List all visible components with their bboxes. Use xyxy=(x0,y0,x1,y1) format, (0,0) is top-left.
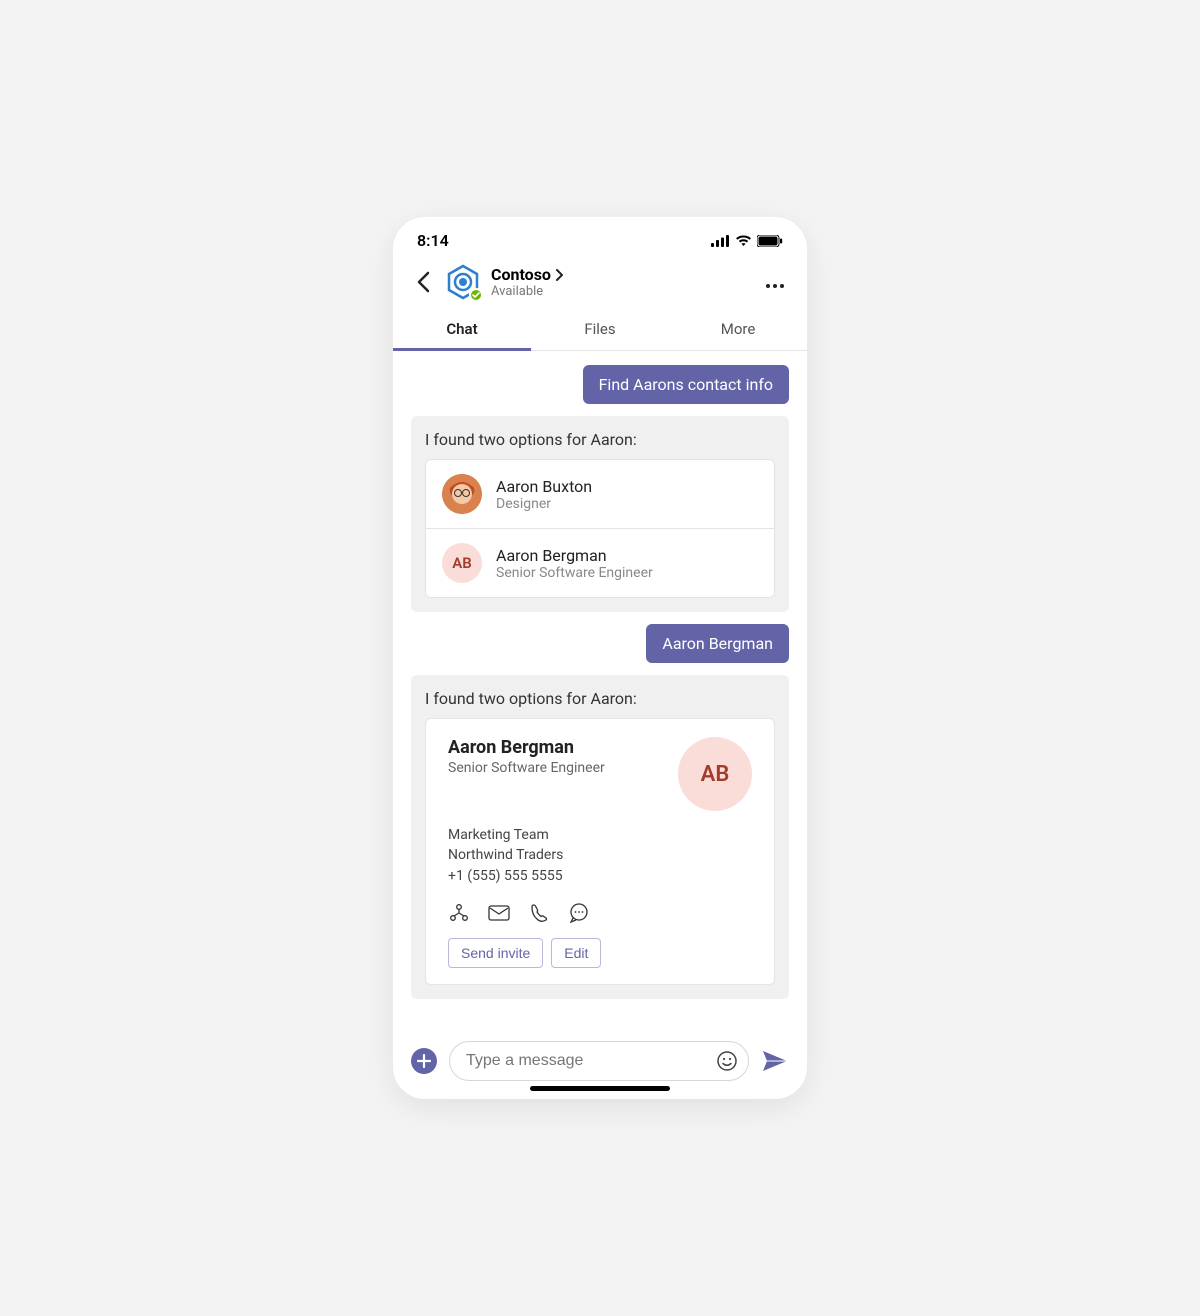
chevron-right-icon xyxy=(555,269,563,281)
contact-buttons: Send invite Edit xyxy=(448,938,752,968)
contact-action-icons xyxy=(448,902,752,924)
chat-header: Contoso Available xyxy=(393,258,807,310)
emoji-button[interactable] xyxy=(716,1050,738,1072)
chevron-left-icon xyxy=(416,271,430,293)
contact-role: Senior Software Engineer xyxy=(448,760,605,776)
contact-option[interactable]: AB Aaron Bergman Senior Software Enginee… xyxy=(426,529,774,597)
battery-icon xyxy=(757,235,783,247)
contact-phone: +1 (555) 555 5555 xyxy=(448,866,752,886)
edit-button[interactable]: Edit xyxy=(551,938,601,968)
presence-available-icon xyxy=(469,288,483,302)
user-message[interactable]: Find Aarons contact info xyxy=(583,365,789,404)
add-button[interactable] xyxy=(411,1048,437,1074)
status-time: 8:14 xyxy=(417,231,449,250)
tab-label: Chat xyxy=(446,320,477,338)
send-invite-button[interactable]: Send invite xyxy=(448,938,543,968)
cellular-icon xyxy=(711,235,730,247)
option-role: Senior Software Engineer xyxy=(496,565,653,581)
avatar xyxy=(442,474,482,514)
home-indicator[interactable] xyxy=(530,1086,670,1091)
bot-message: I found two options for Aaron: xyxy=(411,416,789,612)
bot-message-text: I found two options for Aaron: xyxy=(425,689,775,708)
contact-name: Aaron Bergman xyxy=(448,737,605,758)
more-button[interactable] xyxy=(761,270,789,294)
contact-option-list: Aaron Buxton Designer AB Aaron Bergman S… xyxy=(425,459,775,598)
tab-label: More xyxy=(721,320,756,338)
contact-team: Marketing Team xyxy=(448,825,752,845)
tab-more[interactable]: More xyxy=(669,310,807,350)
bot-message-text: I found two options for Aaron: xyxy=(425,430,775,449)
phone-icon[interactable] xyxy=(528,902,550,924)
back-button[interactable] xyxy=(411,270,435,294)
chat-subtitle: Available xyxy=(491,284,751,299)
person-photo-icon xyxy=(442,474,482,514)
avatar: AB xyxy=(442,543,482,583)
contact-meta: Marketing Team Northwind Traders +1 (555… xyxy=(448,825,752,886)
bot-message: I found two options for Aaron: Aaron Ber… xyxy=(411,675,789,999)
option-name: Aaron Buxton xyxy=(496,477,592,496)
contact-company: Northwind Traders xyxy=(448,845,752,865)
email-icon[interactable] xyxy=(488,902,510,924)
message-list[interactable]: Find Aarons contact info I found two opt… xyxy=(393,351,807,1031)
contact-option[interactable]: Aaron Buxton Designer xyxy=(426,460,774,529)
chat-title: Contoso xyxy=(491,265,551,284)
more-horizontal-icon xyxy=(765,283,785,289)
user-message[interactable]: Aaron Bergman xyxy=(646,624,789,663)
option-name: Aaron Bergman xyxy=(496,546,653,565)
plus-icon xyxy=(417,1054,431,1068)
tab-files[interactable]: Files xyxy=(531,310,669,350)
avatar-initials: AB xyxy=(452,554,472,572)
status-icons xyxy=(711,235,783,247)
chat-icon[interactable] xyxy=(568,902,590,924)
contact-card: Aaron Bergman Senior Software Engineer A… xyxy=(425,718,775,985)
header-titles[interactable]: Contoso Available xyxy=(491,265,751,299)
emoji-icon xyxy=(716,1050,738,1072)
message-input-wrap[interactable] xyxy=(449,1041,749,1081)
tab-label: Files xyxy=(584,320,615,338)
option-role: Designer xyxy=(496,496,592,512)
tabs: Chat Files More xyxy=(393,310,807,351)
avatar-initials: AB xyxy=(701,762,730,787)
wifi-icon xyxy=(735,235,752,247)
status-bar: 8:14 xyxy=(393,217,807,258)
tab-chat[interactable]: Chat xyxy=(393,310,531,350)
message-input[interactable] xyxy=(466,1052,716,1070)
phone-frame: 8:14 Contoso xyxy=(393,217,807,1099)
avatar: AB xyxy=(678,737,752,811)
send-button[interactable] xyxy=(761,1047,789,1075)
bot-avatar[interactable] xyxy=(445,264,481,300)
org-icon[interactable] xyxy=(448,902,470,924)
send-icon xyxy=(762,1049,788,1073)
